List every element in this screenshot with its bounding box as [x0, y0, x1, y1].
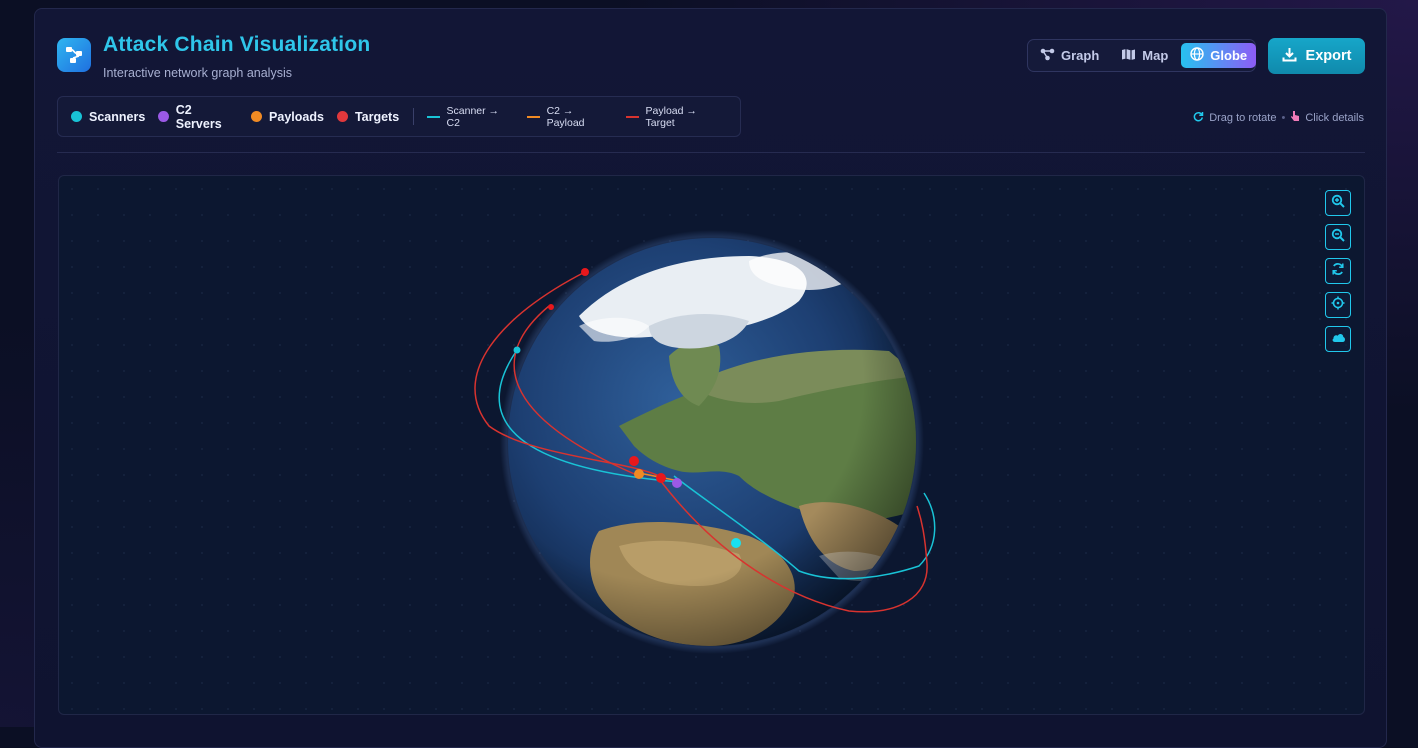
legend-line-scanner-c2: Scanner → C2	[427, 105, 512, 129]
globe-view-label: Globe	[1210, 48, 1248, 63]
map-view-label: Map	[1142, 48, 1169, 63]
main-panel: Attack Chain Visualization Interactive n…	[34, 8, 1387, 748]
map-controls	[1325, 190, 1351, 352]
download-icon	[1282, 47, 1297, 66]
legend-item-targets: Targets	[336, 109, 400, 124]
export-label: Export	[1305, 48, 1352, 64]
legend-line-c2-payload: C2 → Payload	[527, 105, 611, 129]
target-node[interactable]	[629, 456, 639, 466]
export-button[interactable]: Export	[1268, 38, 1365, 74]
orange-line-icon	[527, 115, 540, 118]
legend-label: Targets	[354, 109, 400, 124]
payload-dot-icon	[251, 111, 263, 122]
pointer-icon	[1290, 110, 1300, 125]
c2-dot-icon	[158, 111, 169, 122]
interaction-hints: Drag to rotate • Click details	[1193, 110, 1364, 125]
rotate-icon	[1193, 111, 1204, 125]
view-switch: Graph Map Globe	[1027, 39, 1257, 72]
globe-shading	[508, 238, 916, 646]
scanner-node[interactable]	[513, 346, 521, 354]
target-dot-icon	[336, 111, 348, 122]
legend-separator	[413, 108, 415, 125]
zoom-out-button[interactable]	[1325, 224, 1351, 250]
target-node[interactable]	[581, 268, 589, 276]
payload-node[interactable]	[634, 469, 644, 479]
legend-line-label: C2 → Payload	[546, 104, 585, 129]
map-icon	[1121, 48, 1136, 64]
map-view-button[interactable]: Map	[1112, 43, 1177, 68]
details-hint: Click details	[1305, 111, 1364, 124]
reset-rotation-button[interactable]	[1325, 258, 1351, 284]
hint-separator: •	[1281, 111, 1286, 124]
cloud-icon	[1331, 330, 1346, 348]
zoom-out-icon	[1331, 228, 1345, 247]
c2-server-node[interactable]	[672, 478, 682, 488]
globe-canvas[interactable]	[58, 175, 1365, 715]
share-nodes-icon	[1040, 48, 1055, 64]
graph-view-button[interactable]: Graph	[1031, 43, 1108, 68]
target-node[interactable]	[548, 304, 554, 310]
network-graph-icon	[57, 38, 91, 72]
legend-item-payloads: Payloads	[251, 110, 324, 124]
zoom-in-icon	[1331, 194, 1345, 213]
legend-item-c2-servers: C2 Servers	[158, 103, 238, 131]
zoom-in-button[interactable]	[1325, 190, 1351, 216]
cyan-line-icon	[427, 115, 440, 118]
legend-line-label: Scanner → C2	[446, 104, 500, 129]
legend-line-payload-target: Payload → Target	[626, 105, 725, 129]
legend-label: C2 Servers	[175, 102, 222, 131]
scanner-node[interactable]	[731, 538, 741, 548]
legend: Scanners C2 Servers Payloads Targets Sca…	[57, 96, 741, 137]
page-subtitle: Interactive network graph analysis	[103, 66, 292, 80]
red-line-icon	[626, 115, 639, 118]
legend-label: Scanners	[89, 109, 146, 124]
rotate-hint: Drag to rotate	[1209, 111, 1277, 124]
refresh-icon	[1331, 262, 1345, 281]
crosshair-icon	[1331, 296, 1345, 315]
page-title: Attack Chain Visualization	[103, 33, 371, 56]
graph-view-label: Graph	[1061, 48, 1100, 63]
legend-line-label: Payload → Target	[645, 104, 697, 129]
globe-svg[interactable]	[59, 176, 1365, 715]
legend-label: Payloads	[269, 109, 324, 124]
toggle-clouds-button[interactable]	[1325, 326, 1351, 352]
target-node[interactable]	[656, 473, 666, 483]
header-divider	[57, 152, 1365, 153]
center-view-button[interactable]	[1325, 292, 1351, 318]
scanner-dot-icon	[71, 111, 82, 122]
globe-icon	[1190, 47, 1204, 64]
legend-item-scanners: Scanners	[71, 110, 145, 124]
globe-view-button[interactable]: Globe	[1181, 43, 1257, 68]
